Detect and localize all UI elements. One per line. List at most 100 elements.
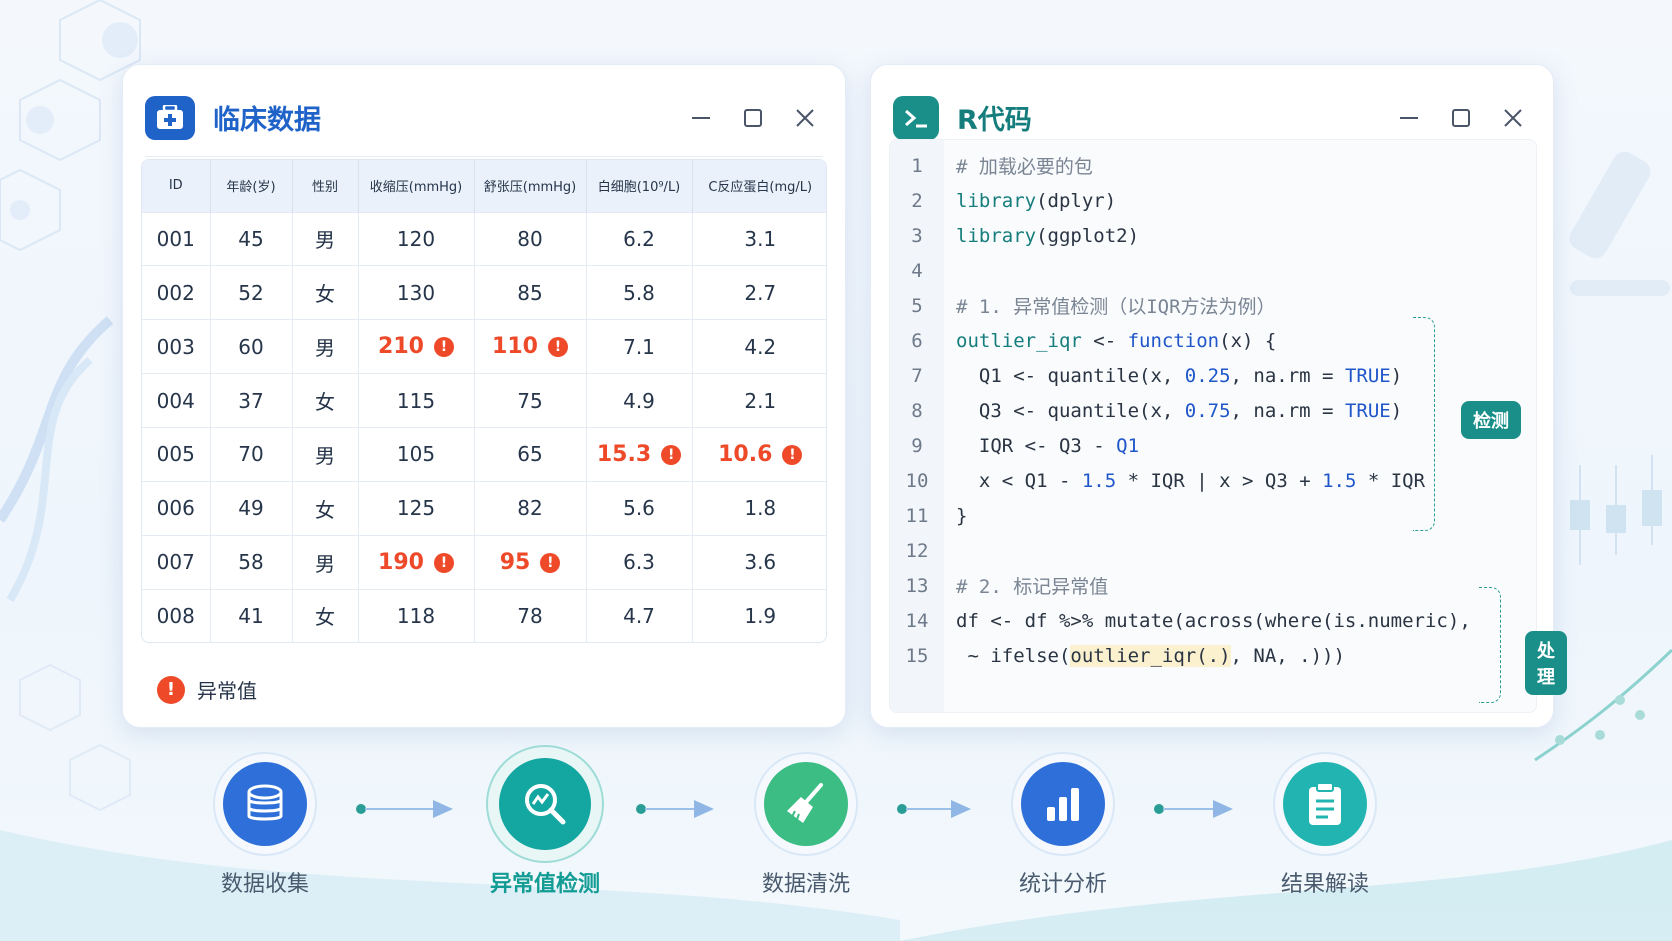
- table-cell: 5.6: [586, 480, 693, 536]
- cell-value: 男: [315, 551, 335, 576]
- table-cell: 008: [142, 588, 211, 642]
- cell-value: 001: [156, 226, 195, 251]
- table-cell: 女: [292, 373, 359, 428]
- line-number: 3: [911, 224, 923, 247]
- code-line[interactable]: 14 df <- df %>% mutate(across(where(is.nu…: [890, 603, 1471, 638]
- cell-value: 210: [378, 334, 424, 360]
- table-cell: 60: [210, 319, 293, 374]
- cell-value: 65: [517, 442, 543, 467]
- clipboard-icon: [1283, 762, 1367, 846]
- code-text: }: [956, 504, 968, 527]
- column-header[interactable]: 性别: [292, 160, 359, 212]
- cell-value: 007: [156, 550, 195, 575]
- table-row[interactable]: 003 60 男 210! 110! 7.1 4.2: [142, 319, 826, 374]
- step-ring: [754, 752, 858, 856]
- column-header[interactable]: 白细胞(10⁹/L): [586, 160, 693, 212]
- close-icon[interactable]: [793, 106, 817, 130]
- line-number: 8: [911, 399, 923, 422]
- pipeline-step[interactable]: 统计分析: [973, 752, 1153, 898]
- table-cell: 95!: [474, 534, 587, 590]
- table-cell: 4.7: [586, 588, 693, 642]
- table-cell: 115: [358, 373, 475, 428]
- medical-kit-icon: [145, 95, 195, 140]
- table-cell: 001: [142, 211, 211, 266]
- table-row[interactable]: 002 52 女 130 85 5.8 2.7: [142, 265, 826, 320]
- code-editor[interactable]: 1 # 加载必要的包 2 library(dplyr) 3 library(ggplot2…: [889, 139, 1537, 713]
- table-cell: 78: [474, 588, 587, 642]
- line-number: 11: [905, 504, 929, 527]
- code-line[interactable]: 5 # 1. 异常值检测（以IQR方法为例）: [890, 288, 1275, 323]
- minimize-icon[interactable]: [1397, 106, 1421, 130]
- cell-value: 15.3: [596, 441, 652, 467]
- cell-value: 5.6: [623, 496, 655, 521]
- minimize-icon[interactable]: [689, 106, 713, 130]
- cell-value: 60: [238, 334, 264, 359]
- legend-label: 异常值: [197, 679, 257, 703]
- table-row[interactable]: 001 45 男 120 80 6.2 3.1: [142, 211, 826, 266]
- column-header[interactable]: 收缩压(mmHg): [358, 160, 475, 212]
- code-text: outlier_iqr <- function(x) {: [956, 329, 1277, 352]
- line-number: 10: [905, 469, 929, 492]
- column-header[interactable]: 年龄(岁): [210, 160, 293, 212]
- step-ring: [213, 752, 317, 856]
- cell-value: 2.1: [744, 388, 777, 413]
- code-line[interactable]: 1 # 加载必要的包: [890, 148, 1093, 183]
- cell-value: 190: [378, 549, 424, 575]
- table-cell: 5.8: [586, 265, 693, 320]
- pipeline-step[interactable]: 数据清洗: [716, 752, 896, 898]
- code-text: library(dplyr): [956, 189, 1117, 212]
- code-line[interactable]: 15 ~ ifelse(outlier_iqr(.), NA, .))): [890, 638, 1345, 673]
- table-cell: 49: [210, 480, 293, 536]
- code-line[interactable]: 4: [890, 253, 956, 288]
- cell-value: 女: [315, 390, 335, 414]
- step-label: 结果解读: [1280, 872, 1369, 897]
- table-cell: 65: [474, 426, 587, 482]
- cell-value: 70: [238, 442, 264, 467]
- line-number: 2: [911, 189, 923, 212]
- pipeline-step[interactable]: 异常值检测: [455, 745, 635, 898]
- pipeline-step[interactable]: 结果解读: [1235, 752, 1415, 898]
- code-line[interactable]: 11}: [890, 498, 968, 533]
- code-text: # 加载必要的包: [956, 156, 1093, 178]
- table-cell: 85: [474, 265, 587, 320]
- column-header[interactable]: 舒张压(mmHg): [474, 160, 587, 212]
- line-number: 14: [905, 609, 929, 632]
- code-line[interactable]: 8 Q3 <- quantile(x, 0.75, na.rm = TRUE): [890, 393, 1402, 428]
- code-line[interactable]: 6 outlier_iqr <- function(x) {: [890, 323, 1276, 358]
- table-cell: 007: [142, 534, 211, 590]
- table-cell: 37: [210, 373, 293, 428]
- cell-value: 49: [238, 496, 264, 521]
- pipeline-step[interactable]: 数据收集: [175, 752, 355, 898]
- step-ring: [1273, 752, 1377, 856]
- table-cell: 4.2: [692, 319, 826, 374]
- arrow-right-icon: [1153, 799, 1235, 823]
- table-row[interactable]: 005 70 男 105 65 15.3! 10.6!: [142, 426, 826, 482]
- maximize-icon[interactable]: [741, 106, 765, 130]
- code-line[interactable]: 10 x < Q1 - 1.5 * IQR | x > Q3 + 1.5 * I…: [890, 463, 1426, 498]
- code-line[interactable]: 12: [890, 533, 956, 568]
- table-cell: 52: [210, 265, 293, 320]
- cell-value: 45: [238, 226, 264, 251]
- code-line[interactable]: 9 IQR <- Q3 - Q1: [890, 428, 1139, 463]
- table-cell: 3.1: [692, 211, 826, 266]
- code-line[interactable]: 7 Q1 <- quantile(x, 0.25, na.rm = TRUE): [890, 358, 1402, 393]
- step-label: 数据收集: [220, 872, 309, 897]
- column-header[interactable]: ID: [142, 160, 211, 212]
- table-cell: 男: [292, 211, 359, 266]
- table-row[interactable]: 007 58 男 190! 95! 6.3 3.6: [142, 534, 826, 590]
- maximize-icon[interactable]: [1449, 106, 1473, 130]
- column-header[interactable]: C反应蛋白(mg/L): [692, 160, 826, 212]
- table-row[interactable]: 006 49 女 125 82 5.6 1.8: [142, 480, 826, 536]
- code-line[interactable]: 2 library(dplyr): [890, 183, 1116, 218]
- cell-value: 105: [396, 442, 436, 467]
- code-line[interactable]: 13 # 2. 标记异常值: [890, 568, 1109, 603]
- step-label: 数据清洗: [761, 872, 850, 897]
- detect-tag: 检测: [1461, 401, 1521, 439]
- table-row[interactable]: 008 41 女 118 78 4.7 1.9: [142, 588, 826, 642]
- close-icon[interactable]: [1501, 106, 1525, 130]
- table-cell: 120: [358, 211, 475, 266]
- cell-value: 115: [396, 388, 436, 413]
- cell-value: 003: [156, 334, 195, 359]
- code-line[interactable]: 3 library(ggplot2): [890, 218, 1139, 253]
- table-row[interactable]: 004 37 女 115 75 4.9 2.1: [142, 373, 826, 428]
